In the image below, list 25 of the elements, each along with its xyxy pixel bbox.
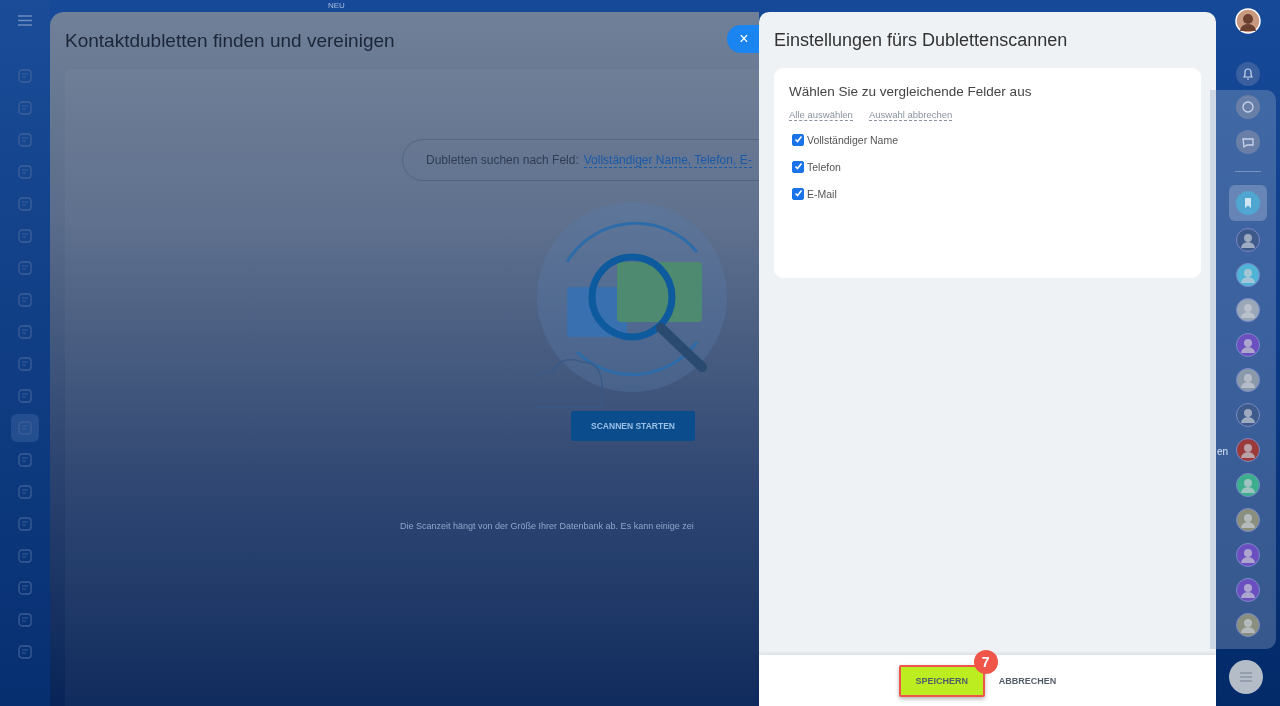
document-icon[interactable]: [18, 101, 32, 115]
hint-text: Die Scanzeit hängt von der Größe Ihrer Datenbank ab. Es kann einige zei: [400, 521, 694, 531]
start-scan-button[interactable]: SCANNEN STARTEN: [571, 411, 695, 441]
bell-icon[interactable]: [1236, 62, 1260, 86]
card-title: Wählen Sie zu vergleichende Felder aus: [789, 84, 1033, 99]
field-label: Telefon: [807, 160, 841, 173]
checkbox[interactable]: [792, 133, 804, 146]
step-badge: 7: [973, 649, 998, 674]
field-label: E-Mail: [807, 187, 837, 200]
avatar[interactable]: [1236, 473, 1260, 497]
menu-icon[interactable]: [18, 15, 32, 26]
avatar[interactable]: [1236, 613, 1260, 637]
list-icon[interactable]: [1229, 660, 1263, 694]
new-label: NEU: [328, 1, 345, 10]
checkbox[interactable]: [792, 187, 804, 200]
select-link[interactable]: Alle auswählen: [789, 109, 853, 121]
bookmark-icon[interactable]: [1236, 191, 1260, 215]
page-title: Kontaktdubletten finden und vereinigen: [65, 30, 395, 52]
panel-title: Einstellungen fürs Dublettenscannen: [774, 30, 1069, 51]
field-label: Vollständiger Name: [807, 133, 899, 146]
checkbox[interactable]: [792, 160, 804, 173]
search-label: Dubletten suchen nach Feld:: [426, 153, 579, 167]
cancel-button[interactable]: ABBRECHEN: [996, 669, 1059, 692]
select-link[interactable]: Auswahl abbrechen: [868, 109, 953, 121]
cut-label: en: [1217, 446, 1229, 457]
